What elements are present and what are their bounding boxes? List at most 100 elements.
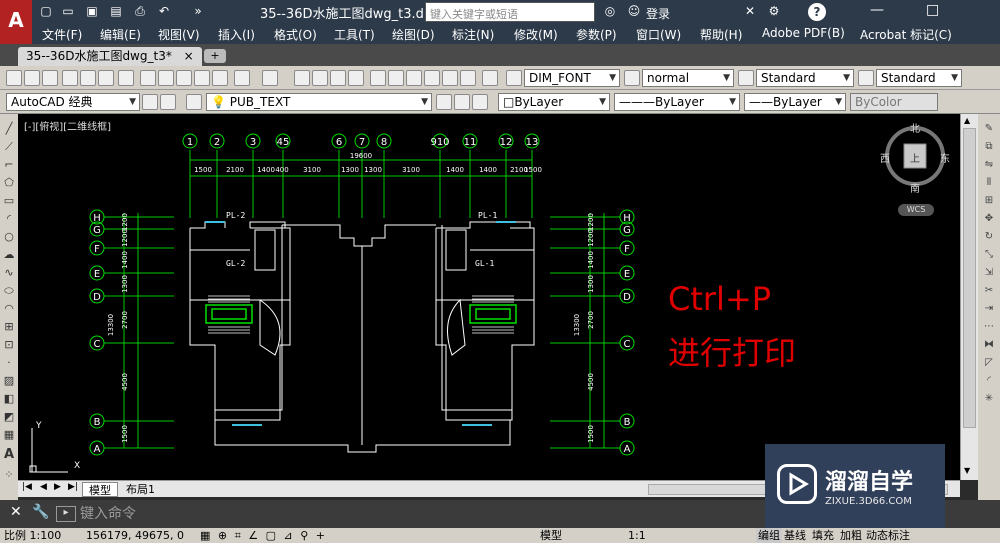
line-icon[interactable]: ╱ bbox=[2, 122, 16, 136]
menu-file[interactable]: 文件(F) bbox=[42, 26, 82, 43]
menu-window[interactable]: 窗口(W) bbox=[636, 26, 681, 43]
search-input[interactable]: 键入关键字或短语 bbox=[425, 2, 595, 22]
workspace-select[interactable]: AutoCAD 经典 ▼ bbox=[6, 93, 140, 111]
menu-format[interactable]: 格式(O) bbox=[274, 26, 317, 43]
publish-icon[interactable] bbox=[98, 70, 114, 86]
dim-style-select[interactable]: normal ▼ bbox=[642, 69, 734, 87]
vertical-scrollbar[interactable]: ▲ ▼ bbox=[960, 114, 978, 480]
wcs-menu[interactable]: WCS bbox=[898, 204, 934, 216]
scroll-thumb[interactable] bbox=[963, 128, 976, 428]
menu-acrobat-markup[interactable]: Acrobat 标记(C) bbox=[860, 26, 952, 43]
binoculars-icon[interactable]: ◎ bbox=[602, 3, 618, 19]
tool-palettes-icon[interactable] bbox=[406, 70, 422, 86]
make-current-icon[interactable] bbox=[436, 94, 452, 110]
next-tab-icon[interactable]: ▶ bbox=[54, 482, 61, 492]
maximize-icon[interactable]: □ bbox=[926, 2, 939, 18]
new-tab-button[interactable]: + bbox=[204, 49, 226, 63]
join-icon[interactable]: ⧓ bbox=[982, 338, 996, 352]
make-block-icon[interactable]: ⊡ bbox=[2, 338, 16, 352]
block-editor-icon[interactable] bbox=[212, 70, 228, 86]
chamfer-icon[interactable]: ◸ bbox=[982, 356, 996, 370]
polyline-icon[interactable]: ⌐ bbox=[2, 158, 16, 172]
pan-icon[interactable] bbox=[294, 70, 310, 86]
rotate-icon[interactable]: ↻ bbox=[982, 230, 996, 244]
table-style-select[interactable]: Standard ▼ bbox=[756, 69, 854, 87]
menu-draw[interactable]: 绘图(D) bbox=[392, 26, 435, 43]
markup-icon[interactable] bbox=[442, 70, 458, 86]
zoom-realtime-icon[interactable] bbox=[312, 70, 328, 86]
menu-edit[interactable]: 编辑(E) bbox=[100, 26, 141, 43]
apps-icon[interactable]: ⚙ bbox=[766, 3, 782, 19]
move-icon[interactable]: ✥ bbox=[982, 212, 996, 226]
layer-state-icon[interactable] bbox=[472, 94, 488, 110]
spline-icon[interactable]: ∿ bbox=[2, 266, 16, 280]
fill-button[interactable]: 填充 bbox=[812, 528, 834, 543]
annot-scale-button[interactable]: 1:1 bbox=[628, 528, 646, 543]
prev-tab-icon[interactable]: ◀ bbox=[40, 482, 47, 492]
login-button[interactable]: 登录 bbox=[646, 5, 670, 22]
cmd-history-icon[interactable]: ▸ bbox=[56, 506, 76, 522]
workspace-settings-icon[interactable] bbox=[142, 94, 158, 110]
hatch-icon[interactable]: ▨ bbox=[2, 374, 16, 388]
open-icon[interactable]: ▭ bbox=[60, 3, 76, 19]
construction-line-icon[interactable]: ⟋ bbox=[2, 140, 16, 154]
gradient-icon[interactable]: ◧ bbox=[2, 392, 16, 406]
drawing-canvas[interactable]: PL-2 GL-2 PL-1 GL-1 1 2 3 45 6 7 8 910 11 12 13 HH… bbox=[18, 114, 960, 480]
expand-icon[interactable]: » bbox=[190, 3, 206, 19]
compass-south[interactable]: 南 bbox=[910, 180, 920, 195]
cut-icon[interactable] bbox=[140, 70, 156, 86]
scroll-down-icon[interactable]: ▼ bbox=[964, 466, 970, 475]
viewport-controls-label[interactable]: [-][俯视][二维线框] bbox=[24, 118, 111, 133]
document-tab[interactable]: 35--36D水施工图dwg_t3* × bbox=[18, 47, 202, 66]
model-space-button[interactable]: 模型 bbox=[540, 528, 562, 543]
zoom-previous-icon[interactable] bbox=[348, 70, 364, 86]
ellipse-arc-icon[interactable]: ◠ bbox=[2, 302, 16, 316]
mtext-icon[interactable]: A bbox=[2, 448, 16, 462]
trim-icon[interactable]: ✂ bbox=[982, 284, 996, 298]
open-file-icon[interactable] bbox=[24, 70, 40, 86]
compass-west[interactable]: 西 bbox=[880, 150, 890, 165]
sheet-set-icon[interactable] bbox=[424, 70, 440, 86]
point-icon[interactable]: · bbox=[2, 356, 16, 370]
compass-east[interactable]: 东 bbox=[940, 150, 950, 165]
save-icon[interactable]: ▣ bbox=[84, 3, 100, 19]
minimize-icon[interactable]: — bbox=[870, 2, 884, 18]
save-file-icon[interactable] bbox=[42, 70, 58, 86]
insert-block-icon[interactable]: ⊞ bbox=[2, 320, 16, 334]
layer-properties-icon[interactable] bbox=[186, 94, 202, 110]
undo-tb-icon[interactable] bbox=[234, 70, 250, 86]
command-input[interactable]: 键入命令 bbox=[80, 504, 740, 524]
zoom-window-icon[interactable] bbox=[330, 70, 346, 86]
close-cmd-icon[interactable]: ✕ bbox=[10, 504, 22, 520]
menu-tools[interactable]: 工具(T) bbox=[334, 26, 375, 43]
first-tab-icon[interactable]: |◀ bbox=[22, 482, 32, 492]
ellipse-icon[interactable]: ⬭ bbox=[2, 284, 16, 298]
tab-layout1[interactable]: 布局1 bbox=[120, 482, 161, 497]
menu-help[interactable]: 帮助(H) bbox=[700, 26, 742, 43]
add-selected-icon[interactable]: ⁘ bbox=[2, 468, 16, 482]
multileader-style-select[interactable]: Standard ▼ bbox=[876, 69, 962, 87]
compass-north[interactable]: 北 bbox=[910, 120, 920, 135]
viewcube[interactable]: 北 南 东 西 上 bbox=[880, 118, 950, 195]
erase-icon[interactable]: ✎ bbox=[982, 122, 996, 136]
circle-icon[interactable]: ○ bbox=[2, 230, 16, 244]
polygon-icon[interactable]: ⬠ bbox=[2, 176, 16, 190]
break-icon[interactable]: ⋯ bbox=[982, 320, 996, 334]
table-icon[interactable]: ▦ bbox=[2, 428, 16, 442]
plot-icon[interactable] bbox=[62, 70, 78, 86]
annotation-scale-readout[interactable]: 比例 1:100 bbox=[4, 528, 61, 543]
color-select[interactable]: □ByLayer ▼ bbox=[498, 93, 610, 111]
print-icon[interactable]: ⎙ bbox=[132, 3, 148, 19]
exchange-icon[interactable]: ✕ bbox=[742, 3, 758, 19]
stretch-icon[interactable]: ⇲ bbox=[982, 266, 996, 280]
qnew-icon[interactable] bbox=[6, 70, 22, 86]
layer-previous-icon[interactable] bbox=[454, 94, 470, 110]
help-tb-icon[interactable] bbox=[482, 70, 498, 86]
group-button[interactable]: 编组 bbox=[756, 528, 782, 543]
region-icon[interactable]: ◩ bbox=[2, 410, 16, 424]
tab-model[interactable]: 模型 bbox=[82, 482, 118, 497]
last-tab-icon[interactable]: ▶| bbox=[68, 482, 78, 492]
menu-adobe-pdf[interactable]: Adobe PDF(B) bbox=[762, 26, 845, 40]
autocad-logo-icon[interactable]: A bbox=[0, 0, 32, 44]
undo-icon[interactable]: ↶ bbox=[156, 3, 172, 19]
